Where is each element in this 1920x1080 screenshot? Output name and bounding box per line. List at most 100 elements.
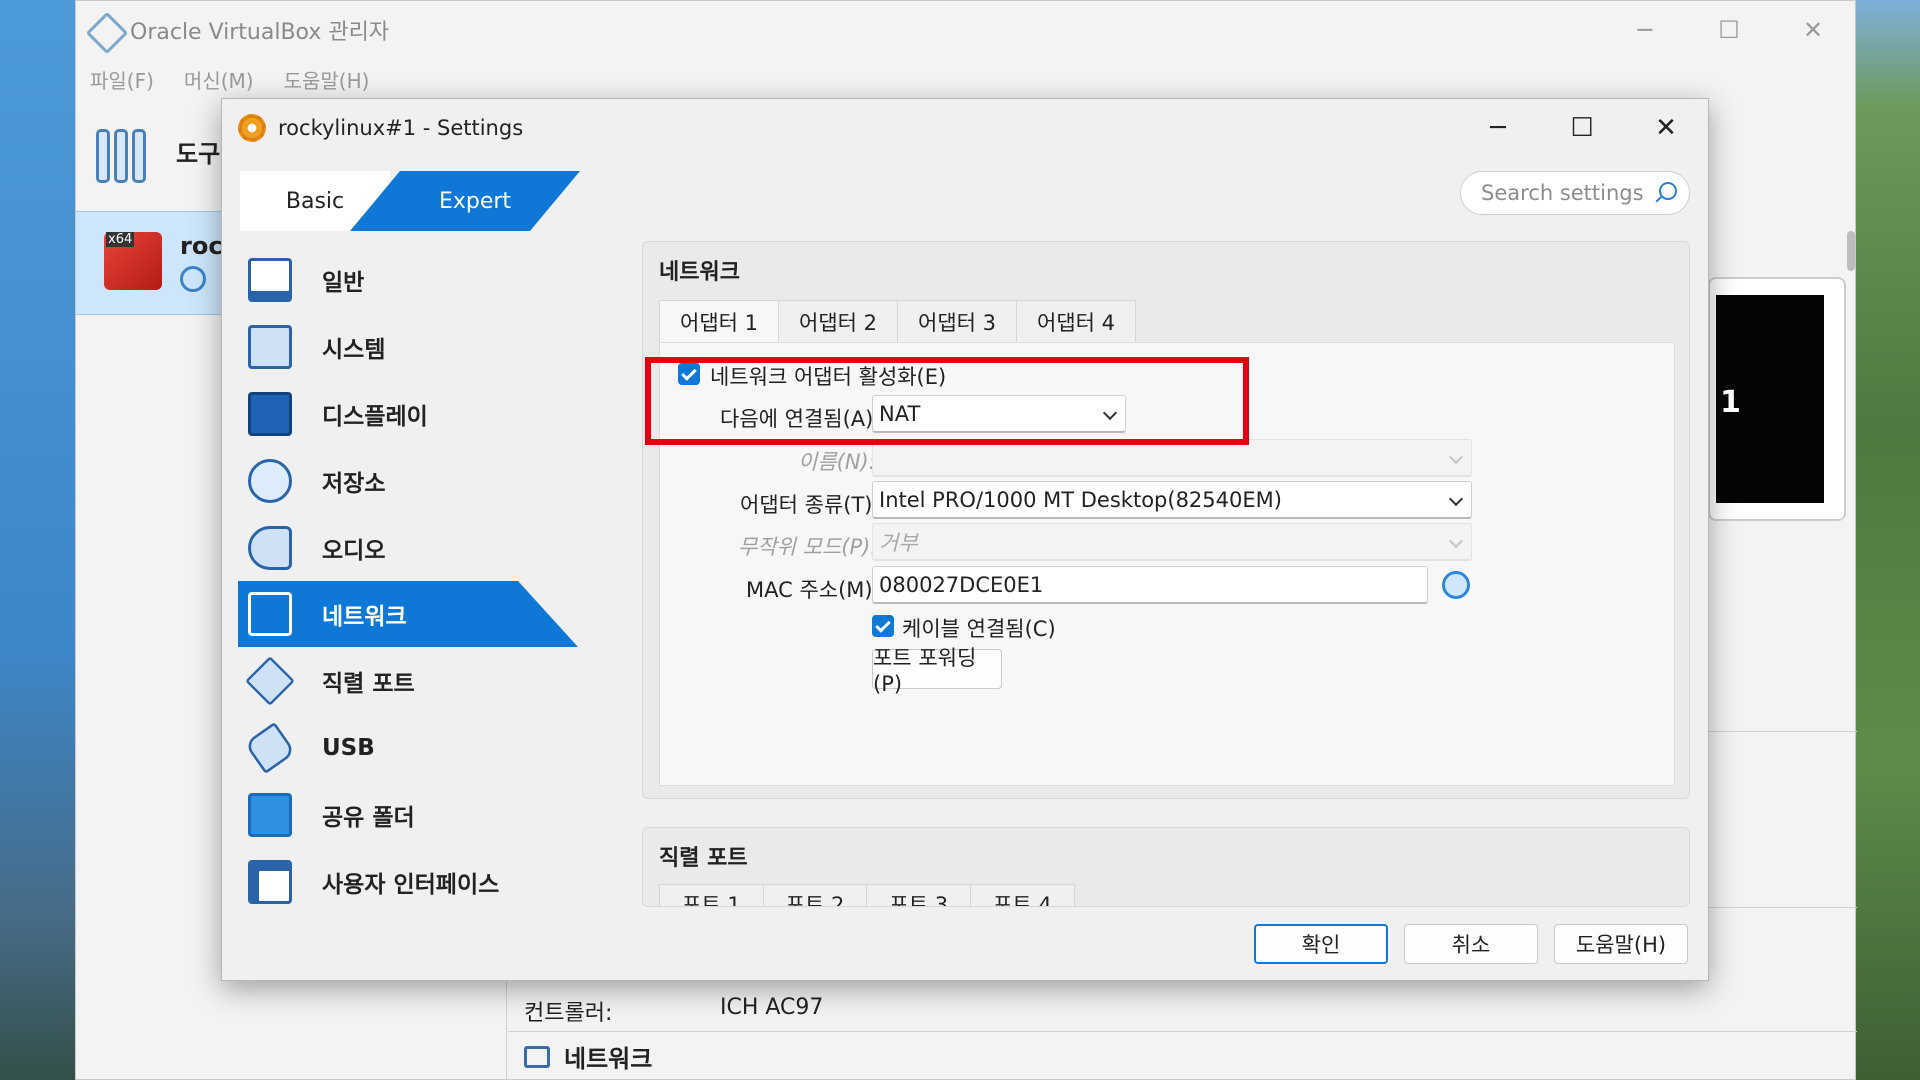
nav-label: 직렬 포트 — [322, 671, 415, 698]
chevron-down-icon — [1448, 533, 1464, 549]
chevron-down-icon — [1448, 491, 1464, 507]
nav-item-audio[interactable]: 오디오 — [238, 514, 578, 581]
nav-item-usb[interactable]: USB — [238, 715, 578, 782]
divider — [506, 981, 507, 1080]
general-icon — [248, 258, 292, 303]
vm-preview-text: 1 — [1720, 385, 1741, 420]
tab-adapter-4[interactable]: 어댑터 4 — [1016, 300, 1136, 342]
nav-item-system[interactable]: 시스템 — [238, 314, 578, 381]
menu-help[interactable]: 도움말(H) — [284, 65, 370, 94]
minimize-icon[interactable]: ─ — [1456, 99, 1540, 157]
menu-file[interactable]: 파일(F) — [90, 65, 154, 94]
tab-adapter-3[interactable]: 어댑터 3 — [897, 300, 1017, 342]
nav-label: 네트워크 — [322, 604, 407, 631]
gear-icon — [238, 114, 266, 142]
cable-connected-checkbox[interactable] — [872, 615, 894, 637]
manager-title-bar: Oracle VirtualBox 관리자 — [76, 1, 1855, 59]
nav-item-serial-ports[interactable]: 직렬 포트 — [238, 648, 578, 715]
cancel-button[interactable]: 취소 — [1404, 924, 1538, 964]
shared-folder-icon — [248, 792, 292, 837]
nav-label: 사용자 인터페이스 — [322, 871, 500, 898]
manager-window-controls: ─ ☐ ✕ — [1603, 1, 1855, 59]
nav-item-shared-folders[interactable]: 공유 폴더 — [238, 781, 578, 848]
storage-icon — [248, 458, 292, 503]
nav-label: 공유 폴더 — [322, 804, 415, 831]
cable-connected-label: 케이블 연결됨(C) — [902, 617, 1056, 641]
nav-item-general[interactable]: 일반 — [238, 247, 578, 314]
vm-arch-badge: x64 — [106, 232, 135, 247]
menu-machine[interactable]: 머신(M) — [184, 65, 254, 94]
serial-ports-section: 직렬 포트 포트 1 포트 2 포트 3 포트 4 — [642, 827, 1690, 907]
tab-port-1[interactable]: 포트 1 — [659, 884, 764, 906]
adapter-type-value: Intel PRO/1000 MT Desktop(82540EM) — [879, 487, 1282, 512]
maximize-icon[interactable]: ☐ — [1687, 1, 1771, 59]
details-network-header[interactable]: 네트워크 — [524, 1039, 652, 1074]
scrollbar[interactable] — [1847, 231, 1855, 271]
adapter-tabs: 어댑터 1 어댑터 2 어댑터 3 어댑터 4 — [659, 300, 1136, 342]
name-label: 이름(N): — [798, 450, 876, 474]
nav-item-storage[interactable]: 저장소 — [238, 447, 578, 514]
manager-menu-bar: 파일(F) 머신(M) 도움말(H) — [76, 59, 1855, 99]
desktop-background-right — [1850, 0, 1920, 1080]
settings-title: rockylinux#1 - Settings — [278, 116, 524, 140]
network-icon — [524, 1045, 550, 1068]
tools-entry[interactable]: 도구 — [96, 119, 220, 183]
vm-os-icon: x64 — [104, 232, 162, 290]
mac-address-label: MAC 주소(M): — [746, 578, 880, 602]
chevron-down-icon — [1448, 449, 1464, 465]
virtualbox-logo-icon — [90, 15, 120, 45]
nav-item-network[interactable]: 네트워크 — [238, 581, 578, 648]
tools-label: 도구 — [176, 139, 221, 168]
mac-address-input[interactable]: 080027DCE0E1 — [872, 566, 1428, 604]
vm-preview-screen: 1 — [1716, 295, 1824, 503]
usb-icon — [243, 721, 297, 775]
minimize-icon[interactable]: ─ — [1603, 1, 1687, 59]
network-section: 네트워크 어댑터 1 어댑터 2 어댑터 3 어댑터 4 네트워크 어댑터 활성… — [642, 241, 1690, 799]
nav-label: 디스플레이 — [322, 403, 428, 430]
user-interface-icon — [248, 859, 292, 904]
search-icon[interactable] — [1659, 182, 1677, 200]
details-controller-value: ICH AC97 — [720, 995, 824, 1020]
serial-port-icon — [245, 656, 295, 707]
desktop-background-left — [0, 0, 75, 1080]
details-controller-label: 컨트롤러: — [524, 1001, 613, 1026]
promiscuous-mode-label: 무작위 모드(P): — [738, 535, 878, 559]
nav-item-user-interface[interactable]: 사용자 인터페이스 — [238, 848, 578, 915]
nav-label: USB — [322, 734, 375, 761]
divider — [508, 1031, 1857, 1032]
details-network-label: 네트워크 — [564, 1045, 653, 1073]
highlight-box — [645, 357, 1249, 445]
help-button[interactable]: 도움말(H) — [1554, 924, 1688, 964]
power-state-icon — [180, 266, 206, 292]
close-icon[interactable]: ✕ — [1624, 99, 1708, 157]
port-forwarding-button[interactable]: 포트 포워딩(P) — [872, 646, 1002, 696]
settings-nav: 일반 시스템 디스플레이 저장소 오디오 네트워크 직렬 포트 USB 공유 폴… — [238, 247, 578, 915]
tab-port-3[interactable]: 포트 3 — [866, 884, 972, 906]
refresh-mac-icon[interactable] — [1442, 571, 1470, 599]
tab-port-4[interactable]: 포트 4 — [970, 884, 1075, 906]
system-icon — [248, 325, 292, 370]
network-section-title: 네트워크 — [659, 260, 740, 285]
nav-label: 저장소 — [322, 470, 386, 497]
close-icon[interactable]: ✕ — [1771, 1, 1855, 59]
vm-preview: 1 — [1708, 277, 1846, 521]
tab-adapter-1[interactable]: 어댑터 1 — [659, 300, 779, 342]
nav-item-display[interactable]: 디스플레이 — [238, 381, 578, 448]
tab-port-2[interactable]: 포트 2 — [762, 884, 868, 906]
adapter-type-select[interactable]: Intel PRO/1000 MT Desktop(82540EM) — [872, 481, 1472, 519]
mac-address-value: 080027DCE0E1 — [879, 572, 1044, 597]
ok-button[interactable]: 확인 — [1254, 924, 1388, 964]
promiscuous-mode-value: 거부 — [879, 530, 918, 555]
maximize-icon[interactable]: ☐ — [1540, 99, 1624, 157]
mode-switch: Basic Expert — [240, 171, 580, 231]
search-placeholder: Search settings — [1481, 181, 1644, 205]
search-input[interactable]: Search settings — [1460, 171, 1690, 215]
promiscuous-mode-select: 거부 — [872, 523, 1472, 561]
manager-title: Oracle VirtualBox 관리자 — [130, 20, 390, 45]
serial-section-title: 직렬 포트 — [659, 846, 748, 871]
tab-adapter-2[interactable]: 어댑터 2 — [778, 300, 898, 342]
nav-label: 오디오 — [322, 537, 386, 564]
details-controller-row: 컨트롤러: ICH AC97 — [524, 995, 823, 1027]
adapter-type-label: 어댑터 종류(T): — [740, 493, 880, 517]
settings-window-controls: ─ ☐ ✕ — [1456, 99, 1708, 157]
